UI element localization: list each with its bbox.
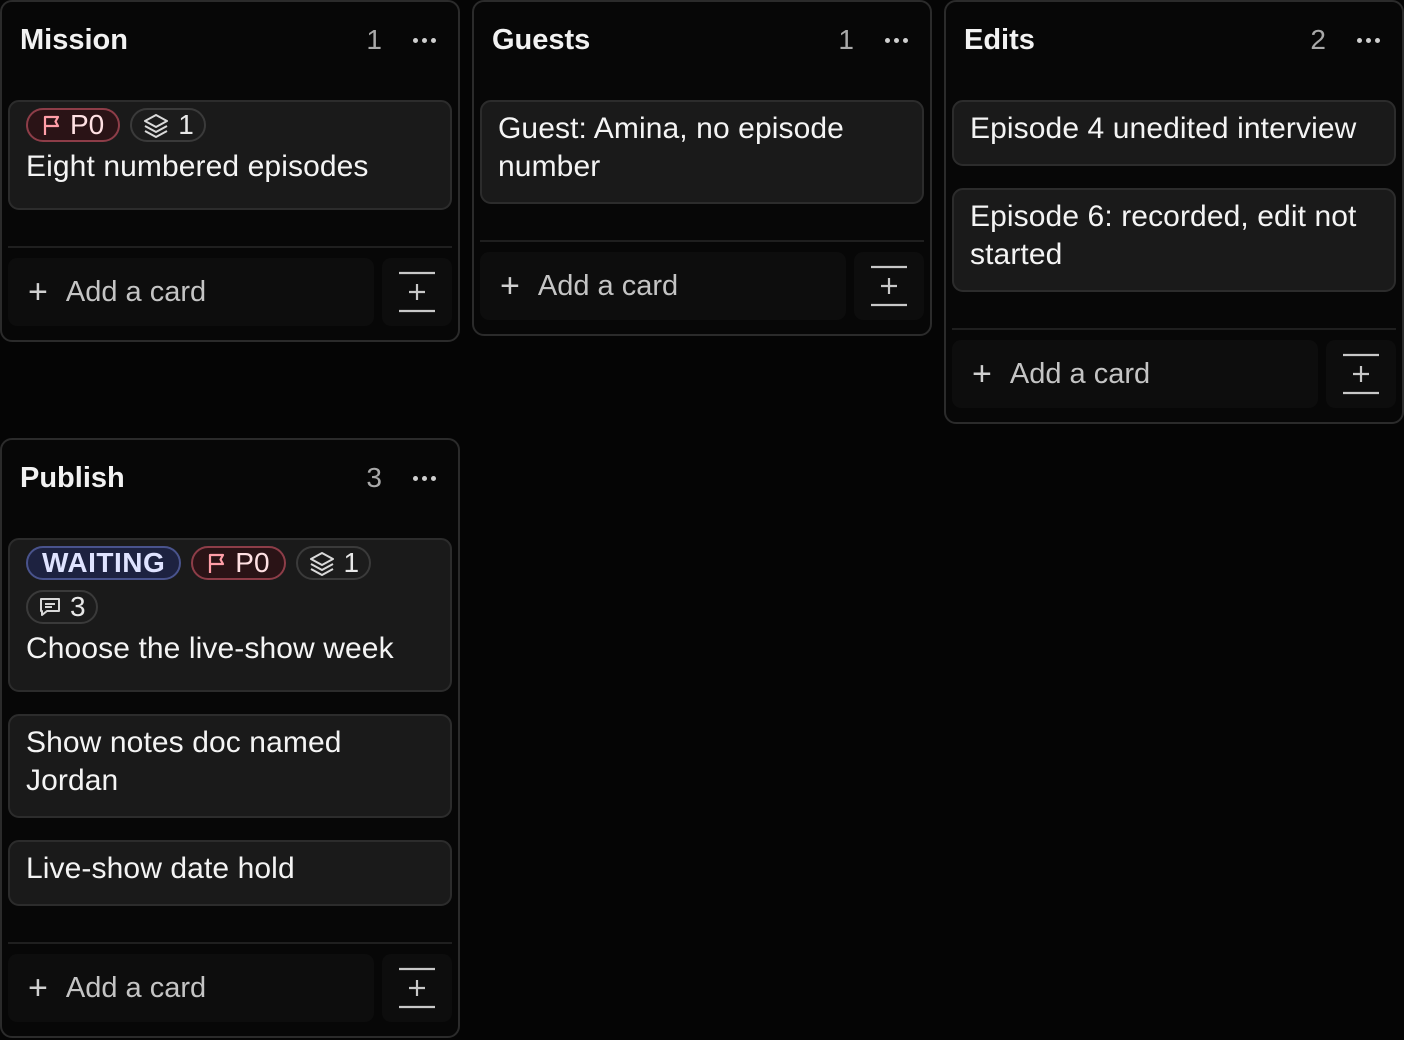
column-title: Mission [20,23,128,56]
plus-icon: + [28,969,48,1007]
insert-template-button[interactable] [382,954,452,1022]
card-title: Episode 6: recorded, edit not started [970,200,1357,271]
column-edits: Edits 2 Episode 4 unedited interview Epi… [944,0,1404,424]
comments-badge: 3 [26,590,98,624]
column-title: Guests [492,23,591,56]
add-row: + Add a card [8,258,452,326]
divider [8,246,452,248]
card[interactable]: Episode 6: recorded, edit not started [952,188,1396,292]
add-row: + Add a card [8,954,452,1022]
plus-icon: + [972,355,992,393]
column-publish: Publish 3 WAITING P0 1 3 Choose the live… [0,438,460,1038]
status-badge: WAITING [26,546,182,580]
add-card-label: Add a card [65,971,207,1004]
card-count: 1 [366,24,382,55]
column-header: Guests 1 [492,18,912,62]
card[interactable]: Episode 4 unedited interview [952,100,1396,166]
column-header: Mission 1 [20,18,440,62]
divider [480,240,924,242]
flag-icon [209,553,225,573]
flag-icon [43,115,60,135]
card-title: Guest: Amina, no episode number [498,112,844,183]
card-badges: WAITING P0 1 3 [26,546,434,624]
subtasks-badge: 1 [295,546,372,580]
insert-template-icon [871,265,907,307]
add-card-label: Add a card [537,269,679,302]
column-header: Edits 2 [964,18,1384,62]
card-count: 2 [1310,24,1326,55]
add-card-button[interactable]: + Add a card [8,954,374,1022]
divider [8,942,452,944]
add-card-button[interactable]: + Add a card [480,252,846,320]
card[interactable]: Live-show date hold [8,840,452,906]
card-title: Show notes doc named Jordan [26,726,342,797]
more-horizontal-icon[interactable] [1352,25,1384,55]
add-card-button[interactable]: + Add a card [952,340,1318,408]
divider [952,328,1396,330]
insert-template-icon [399,271,435,313]
card[interactable]: Show notes doc named Jordan [8,714,452,818]
card-count: 3 [366,462,382,493]
column-title: Edits [964,23,1035,56]
card-title: Choose the live-show week [26,632,394,665]
add-row: + Add a card [480,252,924,320]
insert-template-button[interactable] [382,258,452,326]
insert-template-icon [1343,353,1379,395]
card-title: Episode 4 unedited interview [970,112,1357,145]
add-card-label: Add a card [1009,357,1151,390]
comment-icon [40,598,60,616]
insert-template-button[interactable] [854,252,924,320]
insert-template-icon [399,967,435,1009]
subtasks-badge: 1 [130,108,206,142]
card-badges: P0 1 [26,108,434,142]
subtasks-count: 1 [343,547,360,578]
column-title: Publish [20,461,125,494]
card[interactable]: WAITING P0 1 3 Choose the live-show week [8,538,452,692]
add-row: + Add a card [952,340,1396,408]
layers-icon [309,552,334,576]
priority-label: P0 [70,109,105,140]
more-horizontal-icon[interactable] [408,25,440,55]
plus-icon: + [28,273,48,311]
card[interactable]: Guest: Amina, no episode number [480,100,924,204]
layers-icon [144,114,169,138]
card-title: Eight numbered episodes [26,150,369,183]
column-header: Publish 3 [20,456,440,500]
priority-label: P0 [235,547,270,578]
priority-badge: P0 [26,108,121,142]
plus-icon: + [500,267,520,305]
more-horizontal-icon[interactable] [880,25,912,55]
subtasks-count: 1 [178,109,194,140]
column-guests: Guests 1 Guest: Amina, no episode number… [472,0,932,336]
column-mission: Mission 1 P0 1 Eight numbered episodes +… [0,0,460,342]
add-card-label: Add a card [65,275,207,308]
priority-badge: P0 [191,546,286,580]
insert-template-button[interactable] [1326,340,1396,408]
add-card-button[interactable]: + Add a card [8,258,374,326]
card[interactable]: P0 1 Eight numbered episodes [8,100,452,210]
more-horizontal-icon[interactable] [408,463,440,493]
comments-count: 3 [70,591,86,622]
card-count: 1 [838,24,854,55]
card-title: Live-show date hold [26,852,295,885]
